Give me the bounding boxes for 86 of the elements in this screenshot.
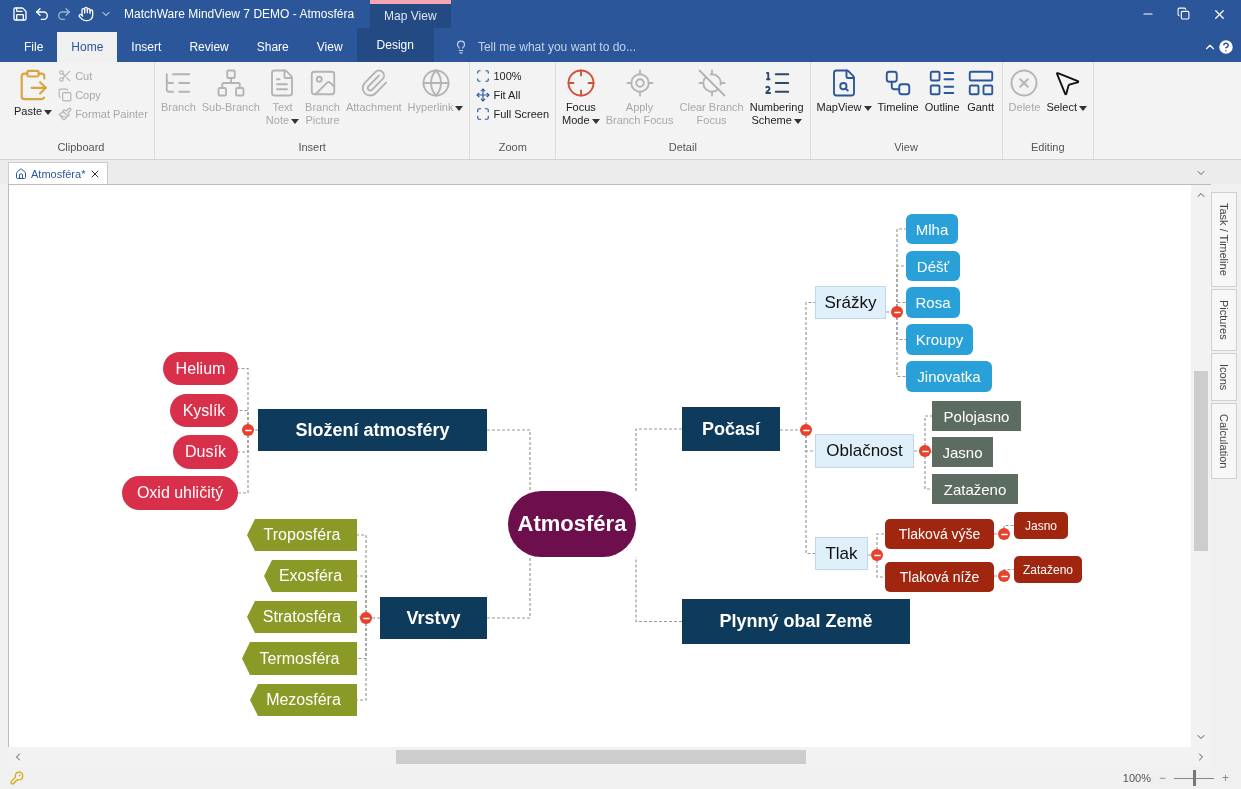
map-node[interactable]: Tlaková výše [885, 519, 994, 549]
map-node[interactable]: Plynný obal Země [682, 599, 910, 644]
collapse-icon[interactable] [919, 445, 931, 457]
map-node[interactable]: Oxid uhličitý [122, 476, 238, 510]
scan-icon [476, 69, 491, 83]
ribbon-button[interactable]: Numbering Scheme [747, 66, 806, 141]
scrollbar-thumb[interactable] [1194, 371, 1208, 551]
side-tab[interactable]: Pictures [1211, 288, 1237, 351]
collapse-icon[interactable] [998, 570, 1010, 582]
ribbon-button[interactable]: Gantt [963, 66, 998, 141]
menu-tab[interactable]: Insert [117, 32, 176, 62]
group-label: Detail [667, 141, 698, 155]
connector-line [635, 428, 683, 492]
side-tab[interactable]: Calculation [1211, 402, 1237, 480]
maximize-icon [476, 107, 491, 121]
map-node[interactable]: Kyslík [170, 394, 238, 427]
collapse-icon[interactable] [998, 528, 1010, 540]
side-tab[interactable]: Task / Timeline [1211, 192, 1237, 287]
ribbon-button[interactable]: Timeline [875, 66, 921, 141]
ribbon-button[interactable]: Focus Mode [560, 66, 602, 141]
map-node[interactable]: Jasno [932, 437, 993, 467]
ribbon-button[interactable]: Select [1044, 66, 1089, 141]
map-node[interactable]: Zataženo [1014, 556, 1082, 583]
network-icon [215, 68, 246, 98]
map-node[interactable]: Oblačnost [815, 434, 914, 468]
map-node[interactable]: Polojasno [932, 401, 1021, 431]
map-node[interactable]: Srážky [815, 286, 886, 319]
ribbon-button[interactable]: 100% [474, 68, 552, 84]
menu-tab[interactable]: Design [356, 28, 434, 62]
map-node[interactable]: Dusík [173, 435, 238, 469]
ribbon-button[interactable]: Outline [922, 66, 962, 141]
ribbon-button[interactable]: MapView [814, 66, 874, 141]
undo-icon[interactable] [34, 6, 50, 22]
copy-icon [58, 88, 73, 102]
scrollbar-thumb[interactable] [396, 750, 806, 764]
document-tab[interactable]: Atmosféra* [8, 162, 109, 184]
map-node[interactable]: Vrstvy [380, 597, 487, 639]
paintbrush-icon [58, 107, 73, 121]
zoom-level: 100% [1122, 772, 1151, 784]
collapse-icon[interactable] [800, 424, 812, 436]
window-title: MatchWare MindView 7 DEMO - Atmosféra [124, 7, 355, 21]
group-label: Editing [1029, 141, 1066, 155]
menu-tab[interactable]: Review [175, 32, 243, 62]
collapse-icon[interactable] [360, 612, 372, 624]
side-tab[interactable]: Icons [1211, 352, 1237, 401]
crosshair-icon [565, 68, 596, 98]
collapse-icon[interactable] [242, 424, 254, 436]
ribbon-button[interactable]: Full Screen [474, 106, 552, 122]
map-node[interactable]: Jasno [1014, 512, 1068, 539]
globe-icon [420, 68, 451, 98]
key-icon [10, 771, 24, 785]
ribbon-button[interactable]: Paste [12, 66, 55, 141]
connector-line [486, 429, 531, 492]
menu-tab[interactable]: Home [57, 32, 118, 62]
menu-tab[interactable]: View [302, 32, 357, 62]
map-node[interactable]: Počasí [682, 407, 780, 451]
x-circle-icon [1009, 68, 1040, 98]
restore-icon[interactable] [1177, 6, 1190, 20]
menu-tab[interactable]: File [10, 32, 58, 62]
map-node[interactable]: Helium [163, 352, 238, 385]
context-label: Map View [370, 0, 451, 28]
connector-line [486, 556, 531, 619]
ribbon-button[interactable]: Fit All [474, 87, 552, 103]
help-icon[interactable] [1217, 38, 1235, 56]
move-icon [476, 88, 491, 102]
slider-thumb[interactable] [1193, 770, 1196, 786]
connector-line [635, 556, 683, 623]
target-off-icon [696, 68, 727, 98]
save-icon[interactable] [12, 6, 28, 22]
touch-icon[interactable] [78, 6, 94, 22]
collapse-icon[interactable] [891, 306, 903, 318]
group-label: Insert [297, 141, 327, 155]
menu-tab[interactable]: Share [242, 32, 303, 62]
map-node[interactable]: Složení atmosféry [258, 409, 487, 451]
group-label: Zoom [497, 141, 528, 155]
map-node[interactable]: Zataženo [932, 474, 1018, 504]
collapse-icon[interactable] [871, 549, 883, 561]
scissors-icon [58, 69, 73, 83]
target-icon [624, 68, 655, 98]
redo-icon[interactable] [56, 6, 72, 22]
map-node[interactable]: Tlaková níže [885, 562, 994, 592]
group-label: Clipboard [56, 141, 106, 155]
tell-me-field[interactable]: Tell me what you want to do... [475, 39, 696, 55]
map-node[interactable]: Tlak [815, 537, 868, 570]
group-label: View [893, 141, 919, 155]
map-node[interactable]: Atmosféra [508, 491, 636, 557]
